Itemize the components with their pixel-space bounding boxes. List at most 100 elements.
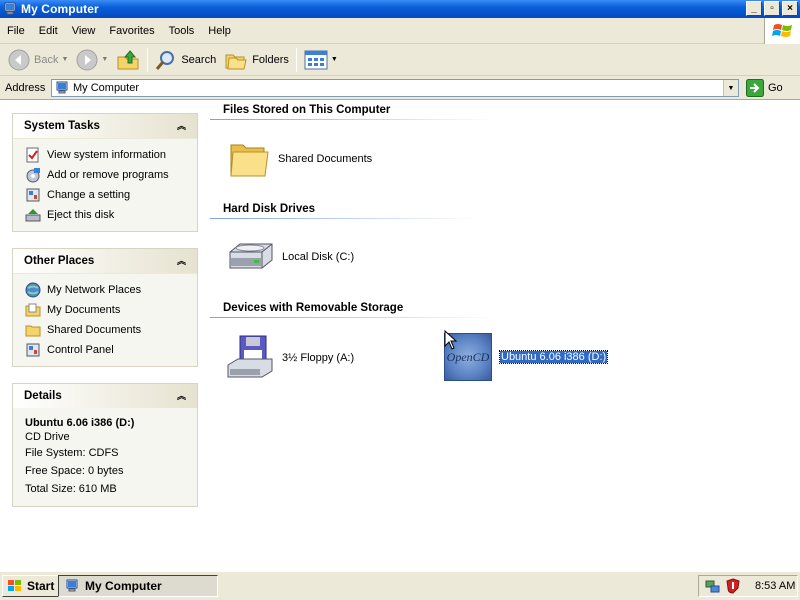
close-button[interactable]: × bbox=[782, 1, 798, 16]
place-label: My Network Places bbox=[47, 284, 142, 296]
folder-icon bbox=[25, 325, 41, 337]
task-view-system-information[interactable]: View system information bbox=[25, 145, 197, 165]
my-computer-icon bbox=[4, 2, 16, 15]
menu-favorites[interactable]: Favorites bbox=[102, 25, 161, 37]
place-label: Control Panel bbox=[47, 344, 114, 356]
hard-disk-icon bbox=[229, 243, 273, 269]
back-arrow-icon bbox=[8, 49, 30, 70]
item-label: Shared Documents bbox=[278, 153, 373, 165]
search-label: Search bbox=[181, 53, 217, 66]
details-type: CD Drive bbox=[25, 431, 70, 443]
network-tray-icon[interactable] bbox=[705, 578, 721, 594]
back-label: Back bbox=[34, 53, 59, 66]
task-label: Change a setting bbox=[47, 189, 131, 201]
task-eject-disk[interactable]: Eject this disk bbox=[25, 205, 197, 225]
security-shield-icon[interactable] bbox=[725, 578, 741, 594]
collapse-chevron-icon[interactable]: ︽ bbox=[175, 119, 188, 132]
item-ubuntu-cd-d[interactable]: OpenCD Ubuntu 6.06 i386 (D:) bbox=[444, 333, 609, 381]
views-dropdown-icon[interactable]: ▼ bbox=[331, 56, 338, 63]
address-bar: Address My Computer ▼ Go bbox=[0, 76, 800, 100]
folders-label: Folders bbox=[252, 53, 289, 66]
system-tasks-header[interactable]: System Tasks ︽ bbox=[13, 114, 197, 138]
go-arrow-icon bbox=[746, 79, 764, 97]
task-add-remove-programs[interactable]: Add or remove programs bbox=[25, 165, 197, 185]
minimize-button[interactable]: _ bbox=[746, 1, 762, 16]
go-button[interactable]: Go bbox=[746, 79, 783, 97]
address-label: Address bbox=[5, 81, 46, 94]
task-label: View system information bbox=[47, 149, 167, 161]
details-name: Ubuntu 6.06 i386 (D:) bbox=[25, 417, 135, 429]
eject-icon bbox=[25, 209, 41, 222]
window-title: My Computer bbox=[21, 2, 99, 16]
menu-view[interactable]: View bbox=[65, 25, 103, 37]
folders-icon bbox=[225, 54, 247, 69]
menu-help[interactable]: Help bbox=[201, 25, 238, 37]
back-dropdown-icon[interactable]: ▼ bbox=[61, 56, 68, 63]
windows-logo-icon bbox=[764, 18, 800, 44]
details-title: Details bbox=[24, 390, 62, 402]
up-folder-icon bbox=[117, 49, 139, 69]
menu-tools[interactable]: Tools bbox=[162, 25, 202, 37]
details-panel: Details ︽ Ubuntu 6.06 i386 (D:) CD Drive… bbox=[12, 383, 198, 507]
windows-logo-icon bbox=[8, 580, 21, 591]
other-places-title: Other Places bbox=[24, 255, 95, 267]
address-input[interactable]: My Computer ▼ bbox=[51, 79, 739, 97]
views-icon bbox=[304, 50, 328, 69]
back-button[interactable]: Back ▼ bbox=[4, 47, 72, 73]
folder-icon bbox=[230, 144, 269, 177]
folders-button[interactable]: Folders bbox=[220, 47, 293, 73]
forward-button[interactable]: ▼ bbox=[72, 47, 112, 73]
my-computer-icon bbox=[56, 81, 68, 94]
details-file-system: File System: CDFS bbox=[25, 447, 119, 459]
menu-bar: File Edit View Favorites Tools Help bbox=[0, 18, 800, 44]
forward-arrow-icon bbox=[76, 49, 98, 70]
address-value: My Computer bbox=[73, 82, 140, 94]
menu-edit[interactable]: Edit bbox=[32, 25, 65, 37]
forward-dropdown-icon[interactable]: ▼ bbox=[101, 56, 108, 63]
place-control-panel[interactable]: Control Panel bbox=[25, 340, 197, 360]
system-info-icon bbox=[26, 147, 39, 163]
place-shared-documents[interactable]: Shared Documents bbox=[25, 320, 197, 340]
item-label: Ubuntu 6.06 i386 (D:) bbox=[498, 350, 609, 364]
other-places-header[interactable]: Other Places ︽ bbox=[13, 249, 197, 273]
place-label: Shared Documents bbox=[47, 324, 142, 336]
address-dropdown-icon[interactable]: ▼ bbox=[723, 80, 738, 96]
item-floppy-a[interactable]: 3½ Floppy (A:) bbox=[226, 335, 354, 381]
toolbar: Back ▼ ▼ Search Folders ▼ bbox=[0, 44, 800, 76]
task-change-setting[interactable]: Change a setting bbox=[25, 185, 197, 205]
item-label: 3½ Floppy (A:) bbox=[282, 352, 355, 364]
network-icon bbox=[25, 282, 41, 298]
task-pane: System Tasks ︽ View system information A… bbox=[0, 101, 210, 571]
item-label: Local Disk (C:) bbox=[282, 251, 355, 263]
go-label: Go bbox=[768, 82, 783, 94]
up-folder-button[interactable] bbox=[112, 47, 144, 73]
mouse-cursor-icon bbox=[444, 330, 458, 350]
taskbar-my-computer[interactable]: My Computer bbox=[58, 575, 218, 597]
taskbar: Start My Computer 8:53 AM bbox=[0, 571, 800, 600]
control-panel-icon bbox=[26, 188, 40, 202]
views-button[interactable]: ▼ bbox=[300, 47, 342, 73]
group-header-removable: Devices with Removable Storage bbox=[223, 302, 404, 314]
place-my-network-places[interactable]: My Network Places bbox=[25, 280, 197, 300]
details-header[interactable]: Details ︽ bbox=[13, 384, 197, 408]
my-computer-icon bbox=[66, 579, 78, 592]
group-header-hard-disks: Hard Disk Drives bbox=[223, 203, 316, 215]
details-free-space: Free Space: 0 bytes bbox=[25, 465, 124, 477]
start-button[interactable]: Start bbox=[2, 575, 60, 597]
start-label: Start bbox=[27, 579, 55, 593]
collapse-chevron-icon[interactable]: ︽ bbox=[175, 389, 188, 402]
collapse-chevron-icon[interactable]: ︽ bbox=[175, 254, 188, 267]
title-bar[interactable]: My Computer _ ▫ × bbox=[0, 0, 800, 18]
item-local-disk-c[interactable]: Local Disk (C:) bbox=[226, 240, 354, 274]
folder-icon bbox=[25, 303, 41, 317]
add-remove-icon bbox=[26, 168, 40, 183]
search-button[interactable]: Search bbox=[151, 47, 220, 73]
task-label: Add or remove programs bbox=[47, 169, 169, 181]
main-pane: Files Stored on This Computer Shared Doc… bbox=[210, 101, 800, 571]
item-shared-documents[interactable]: Shared Documents bbox=[228, 139, 372, 179]
place-label: My Documents bbox=[47, 304, 121, 316]
details-total-size: Total Size: 610 MB bbox=[25, 483, 117, 495]
menu-file[interactable]: File bbox=[0, 25, 32, 37]
place-my-documents[interactable]: My Documents bbox=[25, 300, 197, 320]
maximize-button[interactable]: ▫ bbox=[764, 1, 780, 16]
